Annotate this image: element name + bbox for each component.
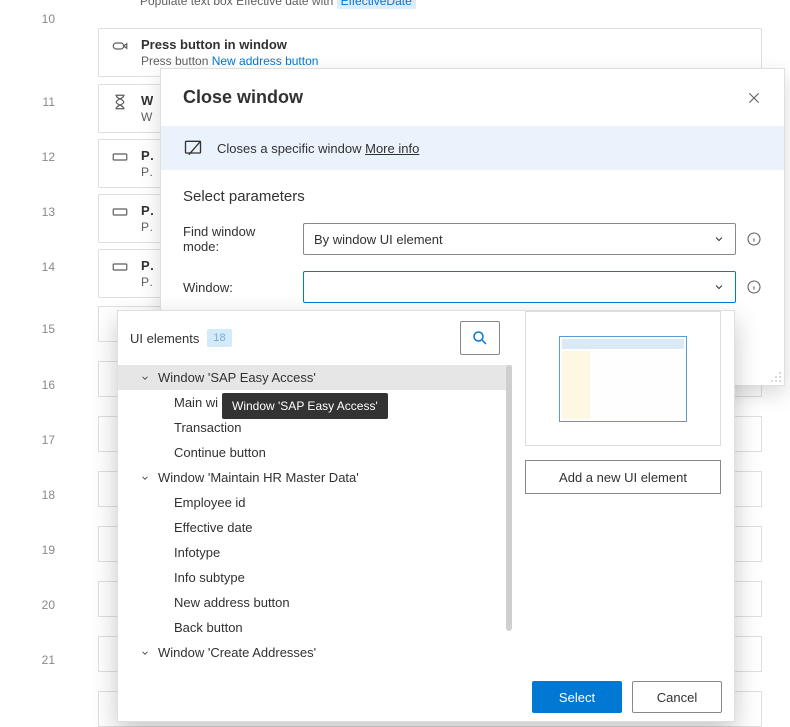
action-subtitle: Press button New address button	[141, 54, 749, 68]
cancel-button[interactable]: Cancel	[632, 681, 722, 713]
line-number: 10	[42, 12, 55, 26]
textbox-icon	[111, 148, 129, 166]
select-value: By window UI element	[314, 232, 443, 247]
line-number: 18	[42, 488, 55, 502]
tree-element-node[interactable]: Effective date	[118, 515, 512, 540]
tree-element-node[interactable]: Continue button	[118, 440, 512, 465]
ui-elements-count-badge: 18	[207, 329, 231, 347]
chevron-down-icon	[138, 648, 152, 658]
info-icon[interactable]	[746, 279, 762, 295]
textbox-icon	[111, 258, 129, 276]
parameters-heading: Select parameters	[183, 188, 762, 205]
search-icon	[471, 329, 489, 347]
tree-window-node[interactable]: Window 'SAP Easy Access'	[118, 365, 512, 390]
action-subtitle: Popu	[141, 275, 153, 289]
line-number: 19	[42, 543, 55, 557]
param-label-mode: Find window mode:	[183, 224, 293, 254]
tree-item-label: Window 'SAP Easy Access'	[158, 370, 316, 385]
ui-elements-popup: UI elements 18 Window 'SAP Easy Access' M…	[117, 310, 735, 722]
tree-item-label: New address button	[174, 595, 290, 610]
line-number: 11	[43, 95, 55, 109]
line-number: 13	[42, 205, 55, 219]
action-title: Press button in window	[141, 37, 749, 52]
tree-element-node[interactable]: Employee id	[118, 490, 512, 515]
tree-item-label: Effective date	[174, 520, 253, 535]
tree-element-node[interactable]: Street	[118, 665, 512, 673]
action-title: Pop	[141, 148, 153, 163]
line-number: 12	[42, 150, 55, 164]
action-card-populate[interactable]: Pop Popu	[98, 139, 166, 188]
line-number: 16	[42, 378, 55, 392]
action-subtitle: Popu	[141, 165, 153, 179]
chevron-down-icon	[138, 473, 152, 483]
dialog-title: Close window	[183, 87, 303, 108]
action-card-wait[interactable]: Wai Wait	[98, 84, 166, 133]
textbox-icon	[111, 203, 129, 221]
window-close-icon	[183, 138, 203, 158]
window-select[interactable]	[303, 271, 736, 303]
add-ui-element-button[interactable]: Add a new UI element	[525, 460, 721, 494]
tree-element-node[interactable]: Infotype	[118, 540, 512, 565]
info-icon[interactable]	[746, 231, 762, 247]
resize-grip-icon[interactable]	[770, 371, 782, 383]
action-title: Pop	[141, 203, 153, 218]
line-number: 15	[42, 322, 55, 336]
dialog-info-text: Closes a specific window	[217, 141, 365, 156]
press-button-icon	[111, 37, 129, 55]
dialog-info-banner: Closes a specific window More info	[161, 126, 784, 170]
param-label-window: Window:	[183, 280, 293, 295]
tree-item-label: Window 'Create Addresses'	[158, 645, 316, 660]
tree-element-node[interactable]: Back button	[118, 615, 512, 640]
action-subtitle: Popu	[141, 220, 153, 234]
chevron-down-icon	[138, 373, 152, 383]
action-card-populate[interactable]: Pop Popu	[98, 194, 166, 243]
tree-item-label: Info subtype	[174, 570, 245, 585]
tree-element-node[interactable]: Info subtype	[118, 565, 512, 590]
close-icon[interactable]	[746, 90, 762, 106]
find-window-mode-select[interactable]: By window UI element	[303, 223, 736, 255]
hourglass-icon	[111, 93, 129, 111]
tree-window-node[interactable]: Window 'Create Addresses'	[118, 640, 512, 665]
chevron-down-icon	[713, 233, 725, 245]
ui-element-preview	[525, 311, 721, 446]
tree-item-label: Employee id	[174, 495, 246, 510]
tree-window-node[interactable]: Window 'Maintain HR Master Data'	[118, 465, 512, 490]
tree-item-label: Main wi	[174, 395, 218, 410]
tree-item-label: Back button	[174, 620, 243, 635]
preview-thumbnail	[559, 336, 687, 422]
tree-item-tooltip: Window 'SAP Easy Access'	[222, 393, 388, 419]
ui-elements-heading: UI elements	[130, 331, 199, 346]
action-card-populate[interactable]: Pop Popu	[98, 249, 166, 298]
tree-item-label: Infotype	[174, 545, 220, 560]
tree-item-label: Street	[174, 670, 209, 673]
tree-item-label: Window 'Maintain HR Master Data'	[158, 470, 359, 485]
action-subtitle: Wait	[141, 110, 153, 124]
tree-item-label: Transaction	[174, 420, 241, 435]
line-number: 14	[42, 260, 55, 274]
line-number: 20	[42, 598, 55, 612]
scrollbar[interactable]	[506, 365, 512, 631]
chevron-down-icon	[713, 281, 725, 293]
action-title: Wai	[141, 93, 153, 108]
more-info-link[interactable]: More info	[365, 141, 419, 156]
tree-item-label: Continue button	[174, 445, 266, 460]
line-number: 17	[42, 433, 55, 447]
search-button[interactable]	[460, 321, 500, 355]
action-subtitle: Populate text box Effective date with Ef…	[140, 0, 416, 8]
select-button[interactable]: Select	[532, 681, 622, 713]
tree-element-node[interactable]: New address button	[118, 590, 512, 615]
line-number: 21	[42, 653, 55, 667]
action-title: Pop	[141, 258, 153, 273]
